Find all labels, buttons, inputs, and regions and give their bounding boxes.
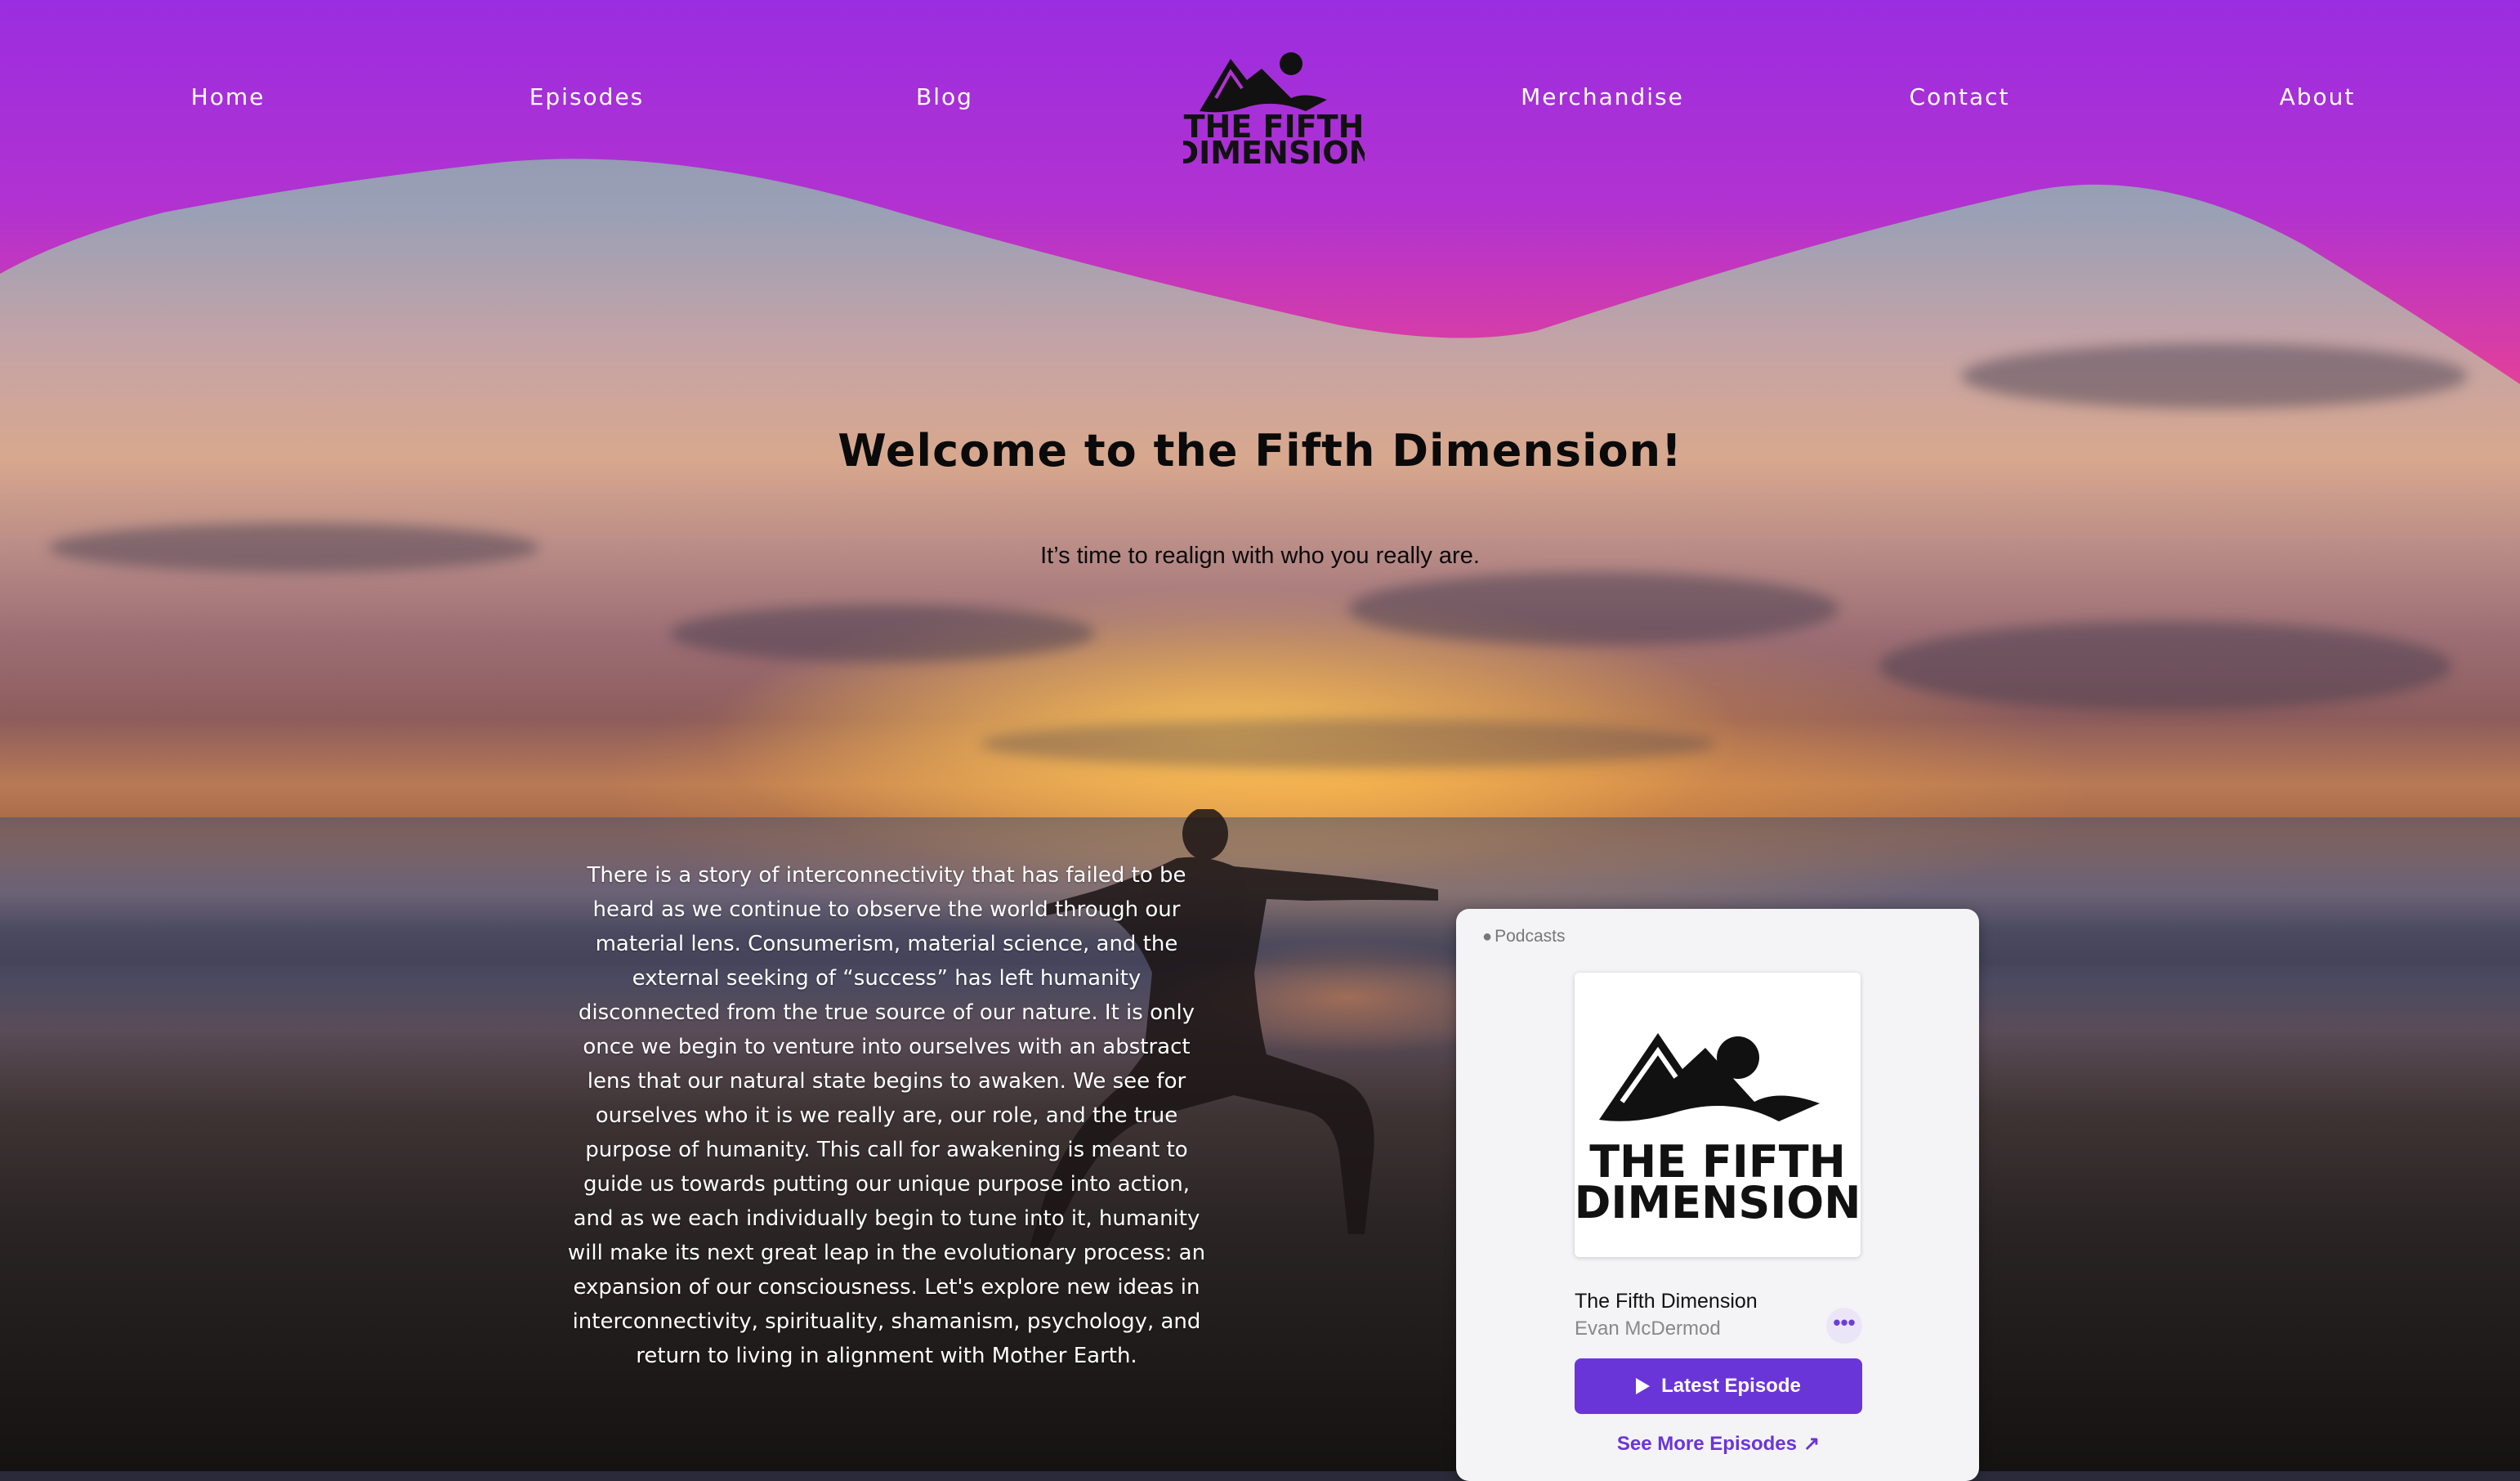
podcasts-brand[interactable]: ● Podcasts	[1482, 927, 1565, 946]
play-icon	[1636, 1378, 1651, 1394]
cloud	[670, 605, 1095, 662]
nav-blog[interactable]: Blog	[916, 83, 973, 110]
cloud	[1348, 572, 1839, 646]
cover-logo: THE FIFTH DIMENSION	[1575, 1033, 1861, 1228]
ellipsis-icon[interactable]: •••	[1826, 1308, 1862, 1344]
nav-episodes[interactable]: Episodes	[529, 83, 645, 110]
logo-text-line2: DIMENSION	[1183, 135, 1365, 168]
cloud	[981, 719, 1716, 768]
site-logo[interactable]: THE FIFTH DIMENSION	[1183, 47, 1365, 168]
cloud	[1879, 621, 2451, 711]
hero-subtitle: It’s time to realign with who you really…	[1040, 543, 1480, 569]
hero-title: Welcome to the Fifth Dimension!	[838, 425, 1682, 477]
nav-about[interactable]: About	[2280, 83, 2356, 110]
cover-text-line2: DIMENSION	[1575, 1177, 1861, 1228]
latest-episode-label: Latest Episode	[1661, 1375, 1801, 1397]
see-more-label: See More Episodes	[1616, 1433, 1797, 1455]
nav-merchandise[interactable]: Merchandise	[1521, 83, 1684, 110]
latest-episode-button[interactable]: Latest Episode	[1575, 1358, 1862, 1414]
main-navigation: Home Episodes Blog Merchandise Contact A…	[0, 0, 2520, 196]
podcast-cover-art[interactable]: THE FIFTH DIMENSION	[1575, 973, 1861, 1257]
podcasts-brand-label: Podcasts	[1495, 927, 1566, 946]
nav-home[interactable]: Home	[191, 83, 266, 110]
arrow-up-right-icon: ↗	[1803, 1433, 1821, 1455]
podcast-author[interactable]: Evan McDermod	[1575, 1318, 1721, 1340]
story-paragraph: There is a story of interconnectivity th…	[567, 863, 1206, 1368]
podcast-embed-card: ● Podcasts THE FIFTH DIMENSION The Fifth…	[1456, 909, 1979, 1481]
podcast-show-title[interactable]: The Fifth Dimension	[1575, 1290, 1758, 1313]
apple-icon: ●	[1482, 927, 1493, 946]
see-more-episodes-link[interactable]: See More Episodes ↗	[1575, 1432, 1862, 1456]
nav-contact[interactable]: Contact	[1910, 83, 2010, 110]
